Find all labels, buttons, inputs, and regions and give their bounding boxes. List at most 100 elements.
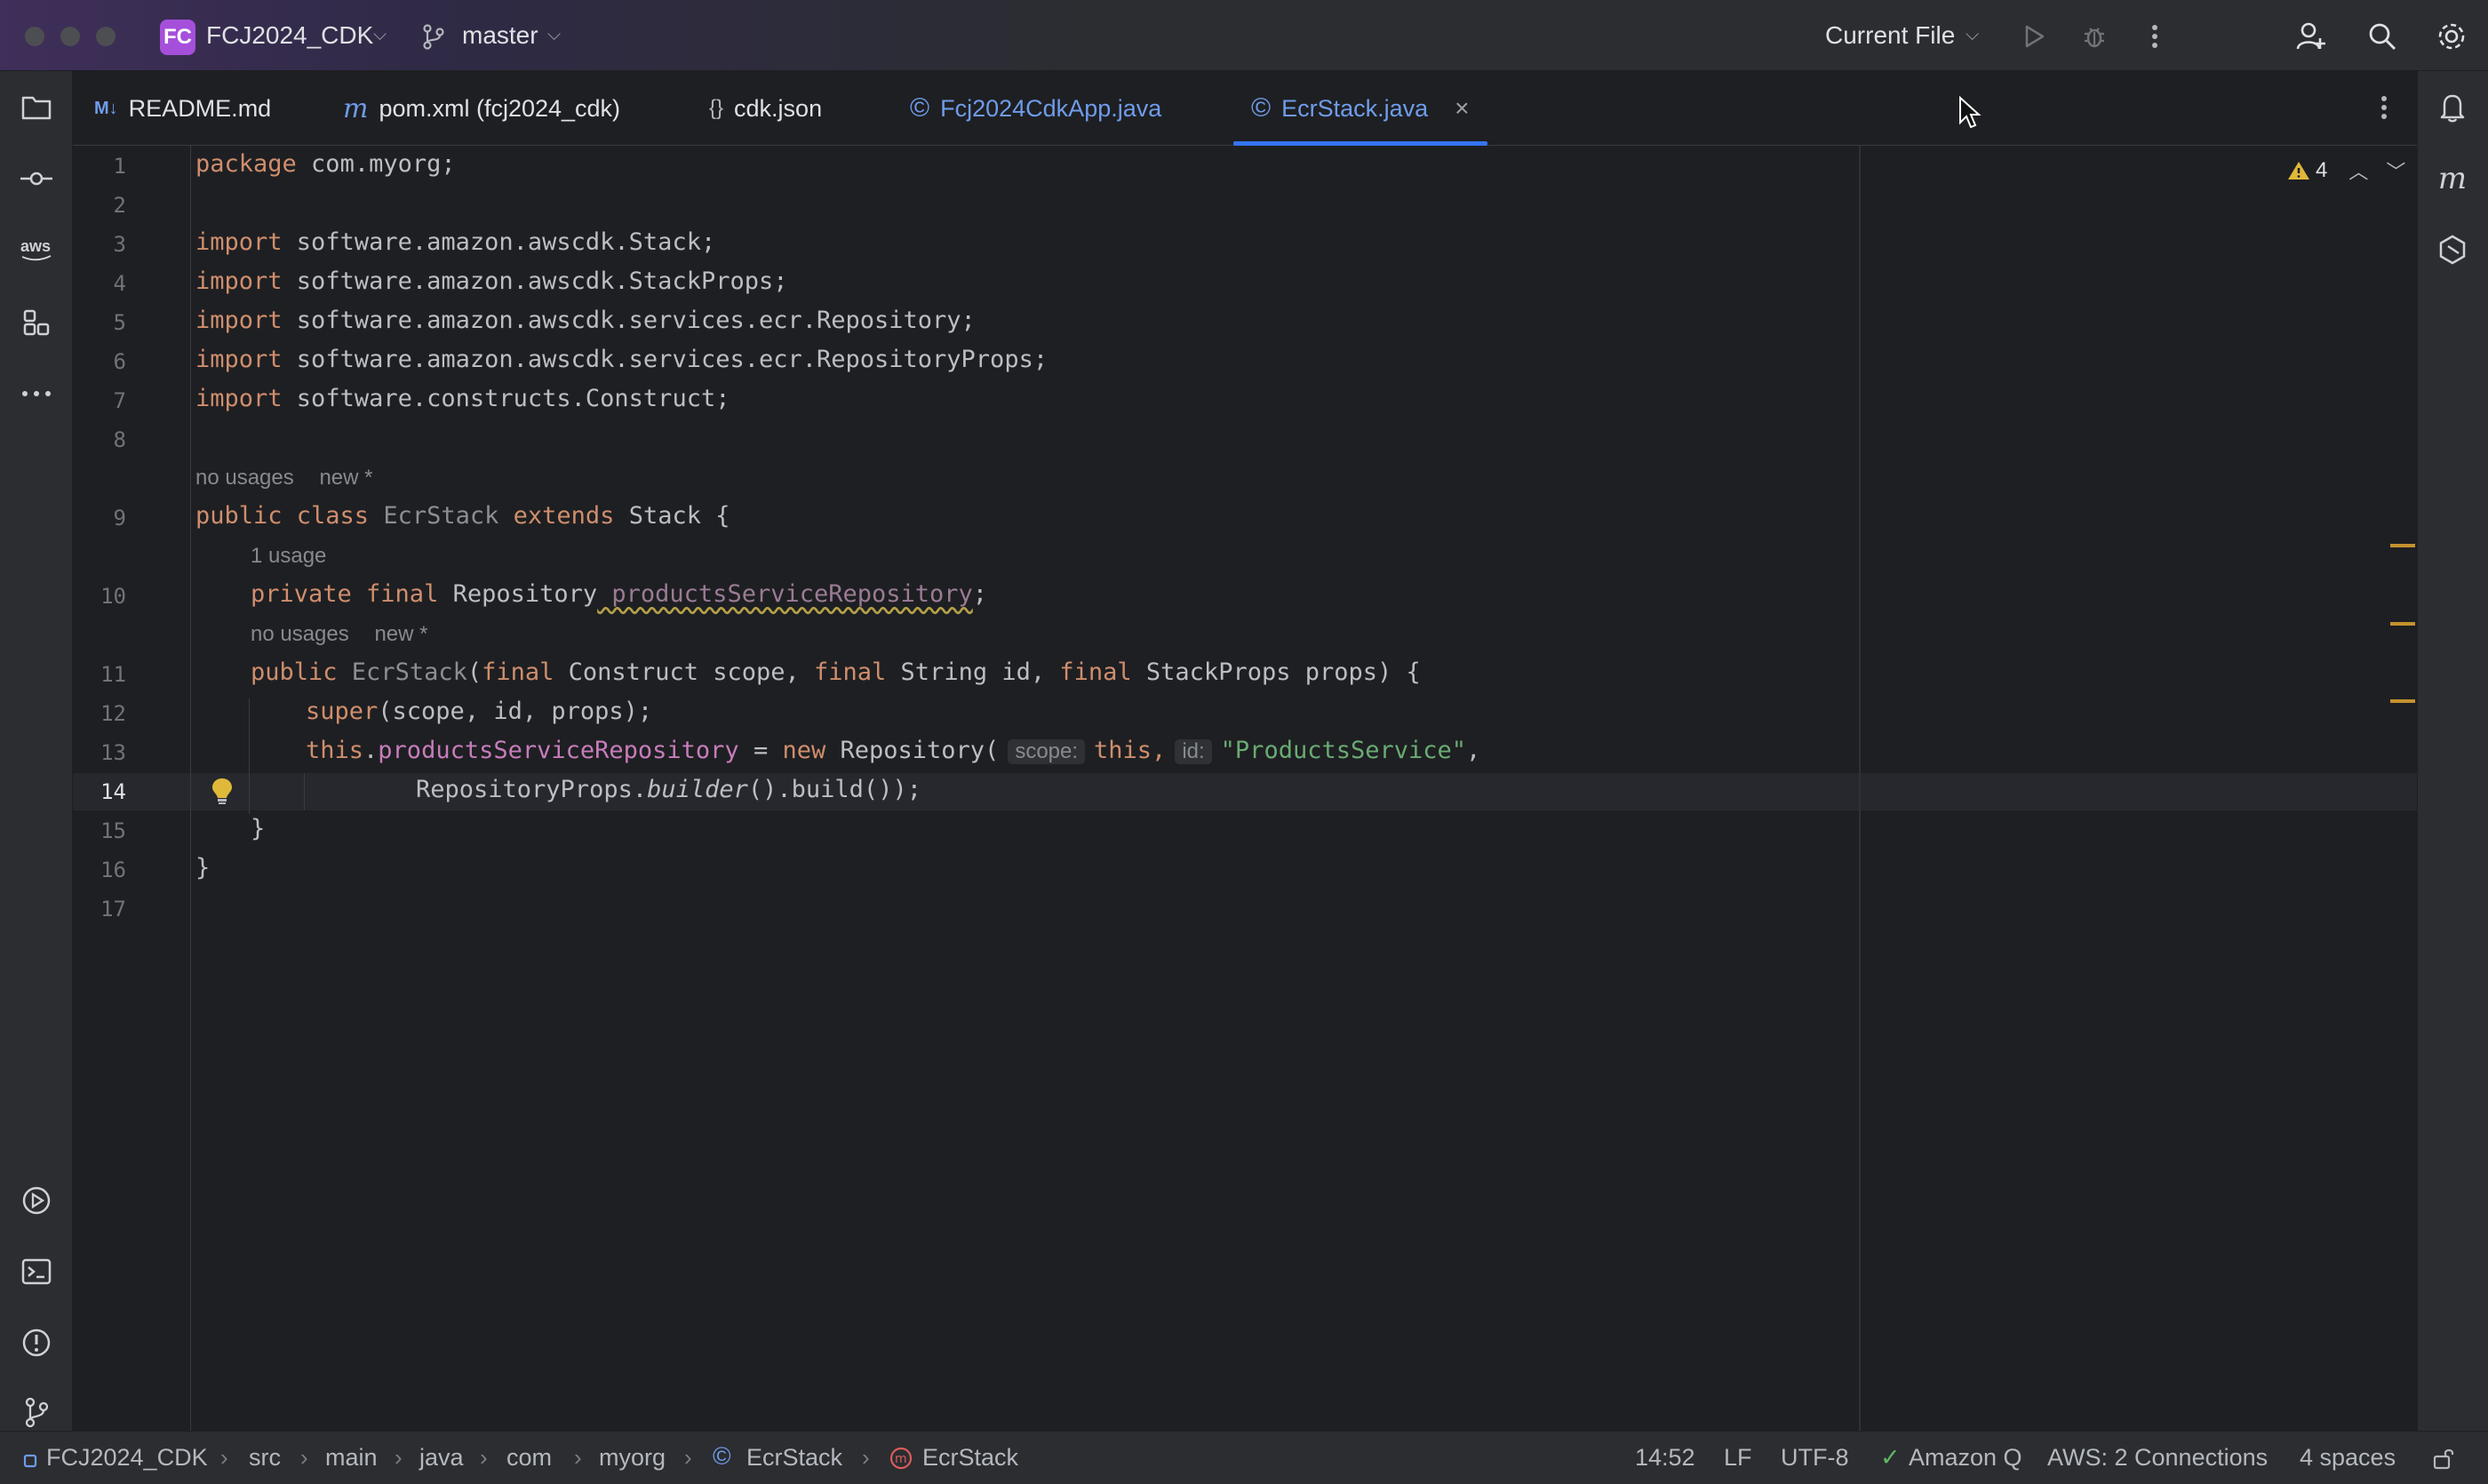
minimize-window-button[interactable] <box>60 27 80 46</box>
code-line[interactable]: import software.amazon.awscdk.services.e… <box>195 346 1048 373</box>
search-icon[interactable] <box>2364 18 2401 55</box>
unlock-icon[interactable] <box>2431 1446 2456 1477</box>
close-window-button[interactable] <box>25 27 44 46</box>
aws-connections[interactable]: AWS: 2 Connections <box>2047 1444 2268 1472</box>
add-user-icon[interactable] <box>2293 18 2330 55</box>
breadcrumb-java[interactable]: java <box>419 1444 464 1472</box>
tab-ecrstack[interactable]: © EcrStack.java × <box>1233 71 1487 146</box>
code-token: = <box>738 737 769 764</box>
tab-actions-more-icon[interactable] <box>2365 89 2403 126</box>
line-separator[interactable]: LF <box>1724 1444 1752 1472</box>
run-icon[interactable] <box>2015 18 2053 55</box>
breadcrumb-com[interactable]: com <box>506 1444 552 1472</box>
settings-icon[interactable] <box>2433 18 2470 55</box>
tab-readme[interactable]: M↓ README.md <box>94 71 271 146</box>
code-line[interactable]: import software.amazon.awscdk.StackProps… <box>195 267 788 295</box>
left-tool-strip: aws <box>0 71 73 1431</box>
services-icon[interactable] <box>18 1182 55 1219</box>
structure-icon[interactable] <box>18 304 55 341</box>
parameter-hint: scope: <box>1008 739 1086 764</box>
chevron-right-icon: › <box>574 1444 582 1471</box>
check-icon: ✓ <box>1880 1444 1901 1471</box>
tab-fcj2024cdkapp[interactable]: © Fcj2024CdkApp.java <box>910 71 1161 146</box>
zoom-window-button[interactable] <box>96 27 116 46</box>
code-token: String id, <box>886 658 1046 686</box>
line-number: 17 <box>100 897 126 922</box>
maven-icon[interactable]: m <box>2434 160 2471 197</box>
lightbulb-icon[interactable] <box>210 777 235 805</box>
code-token: StackProps props) { <box>1131 658 1421 686</box>
code-line[interactable]: RepositoryProps.builder().build()); <box>416 776 921 803</box>
file-encoding[interactable]: UTF-8 <box>1781 1444 1849 1472</box>
aws-icon[interactable]: aws <box>18 231 55 268</box>
more-tools-icon[interactable] <box>18 375 55 412</box>
amazon-q-icon[interactable] <box>2434 231 2471 268</box>
usages-lens[interactable]: no usages new * <box>251 622 427 647</box>
code-token: import <box>195 385 283 412</box>
breadcrumb-class[interactable]: EcrStack <box>746 1444 842 1472</box>
code-token: . <box>363 737 379 764</box>
more-icon[interactable] <box>2136 18 2173 55</box>
line-number: 13 <box>100 740 126 765</box>
breadcrumb-project[interactable]: FCJ2024_CDK <box>46 1444 208 1472</box>
code-token: super <box>306 698 379 725</box>
chevron-right-icon: › <box>300 1444 308 1471</box>
code-token: software.amazon.awscdk.services.ecr.Repo… <box>282 307 976 334</box>
git-icon[interactable] <box>18 1393 55 1431</box>
gutter-divider <box>190 146 191 1431</box>
tab-label: pom.xml (fcj2024_cdk) <box>379 94 621 122</box>
project-name[interactable]: FCJ2024_CDK <box>206 21 373 50</box>
warning-stripe[interactable] <box>2390 544 2415 547</box>
code-line[interactable]: public EcrStack(final Construct scope, f… <box>251 658 1421 686</box>
code-token: software.amazon.awscdk.StackProps; <box>282 267 788 295</box>
usages-lens[interactable]: no usages new * <box>195 466 372 491</box>
code-line[interactable]: super(scope, id, props); <box>306 698 652 725</box>
close-icon[interactable]: × <box>1455 94 1469 123</box>
notifications-icon[interactable] <box>2434 89 2471 126</box>
code-token: } <box>195 854 211 882</box>
problems-icon[interactable] <box>18 1324 55 1361</box>
tab-cdk-json[interactable]: {} cdk.json <box>709 71 822 146</box>
tab-pom-xml[interactable]: m pom.xml (fcj2024_cdk) <box>343 71 620 146</box>
line-number: 4 <box>113 271 126 296</box>
branch-name[interactable]: master <box>462 21 538 50</box>
code-line[interactable]: package com.myorg; <box>195 150 456 178</box>
warning-stripe[interactable] <box>2390 622 2415 626</box>
warning-stripe[interactable] <box>2390 699 2415 703</box>
amazon-q-status[interactable]: Amazon Q <box>1909 1444 2022 1472</box>
chevron-right-icon: › <box>395 1444 403 1471</box>
code-token: } <box>251 815 266 842</box>
inspection-widget[interactable]: 4 ︿ ﹀ <box>2287 156 2405 185</box>
usages-lens[interactable]: 1 usage <box>251 544 326 569</box>
code-token: private final <box>251 580 439 608</box>
code-line[interactable]: import software.amazon.awscdk.Stack; <box>195 228 715 256</box>
code-token: Repository <box>438 580 598 608</box>
commit-icon[interactable] <box>18 160 55 197</box>
terminal-icon[interactable] <box>18 1253 55 1290</box>
code-line[interactable]: public class EcrStack extends Stack { <box>195 502 730 530</box>
method-icon: m <box>889 1446 913 1477</box>
next-highlight-icon[interactable]: ﹀ <box>2386 156 2405 185</box>
project-folder-icon[interactable] <box>18 89 55 126</box>
run-config-selector[interactable]: Current File <box>1825 21 1955 50</box>
chevron-down-icon: ⌵ <box>547 25 562 44</box>
breadcrumb-myorg[interactable]: myorg <box>599 1444 666 1472</box>
previous-highlight-icon[interactable]: ︿ <box>2348 156 2368 185</box>
caret-position[interactable]: 14:52 <box>1635 1444 1695 1472</box>
breadcrumb-main[interactable]: main <box>325 1444 378 1472</box>
code-line[interactable]: this.productsServiceRepository = new Rep… <box>306 737 1480 764</box>
project-badge[interactable]: FC <box>160 20 195 55</box>
line-number: 8 <box>113 427 126 452</box>
code-line[interactable]: private final Repository productsService… <box>251 580 987 608</box>
code-line[interactable]: import software.constructs.Construct; <box>195 385 730 412</box>
breadcrumb-src[interactable]: src <box>249 1444 281 1472</box>
breadcrumb-method[interactable]: EcrStack <box>922 1444 1018 1472</box>
code-line[interactable]: } <box>251 815 265 842</box>
code-token: Construct scope, <box>554 658 800 686</box>
code-line[interactable]: } <box>195 854 210 882</box>
line-number: 11 <box>100 662 126 687</box>
indent-setting[interactable]: 4 spaces <box>2300 1444 2396 1472</box>
status-bar: FCJ2024_CDK › src › main › java › com › … <box>0 1431 2488 1484</box>
code-line[interactable]: import software.amazon.awscdk.services.e… <box>195 307 976 334</box>
debug-icon[interactable] <box>2076 18 2113 55</box>
